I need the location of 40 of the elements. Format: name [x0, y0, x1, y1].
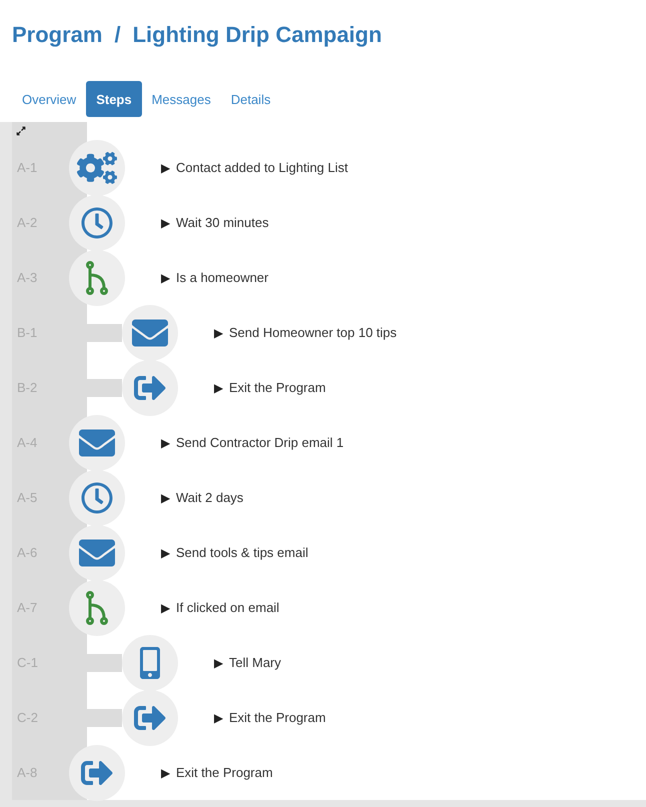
step-label[interactable]: Wait 2 days — [176, 490, 244, 505]
step-label[interactable]: Is a homeowner — [176, 270, 268, 285]
tab[interactable]: Details — [220, 81, 281, 117]
expand-triangle[interactable]: ▶ — [214, 380, 223, 394]
expand-triangle[interactable]: ▶ — [214, 710, 223, 724]
step-label[interactable]: Exit the Program — [176, 765, 273, 780]
step-label[interactable]: Send Contractor Drip email 1 — [176, 435, 344, 450]
branch-icon — [86, 590, 108, 624]
step-label[interactable]: Contact added to Lighting List — [176, 160, 348, 175]
expand-triangle[interactable]: ▶ — [161, 600, 170, 614]
expand-triangle[interactable]: ▶ — [214, 326, 223, 340]
step-label[interactable]: If clicked on email — [176, 600, 280, 615]
page-title: Lighting Drip Campaign — [132, 22, 382, 49]
tab[interactable]: Overview — [12, 81, 86, 117]
expand-triangle[interactable]: ▶ — [161, 216, 170, 230]
branch-icon — [86, 260, 108, 294]
connector-bar — [87, 708, 122, 726]
tab[interactable]: Steps — [86, 81, 142, 117]
step-label[interactable]: Send Homeowner top 10 tips — [229, 325, 397, 340]
connector-bar — [87, 654, 122, 672]
expand-triangle[interactable]: ▶ — [161, 270, 170, 284]
clock-icon — [81, 482, 113, 514]
connector-bar — [87, 378, 122, 396]
expand-triangle[interactable]: ▶ — [161, 490, 170, 504]
step-label[interactable]: Send tools & tips email — [176, 545, 308, 560]
expand-triangle[interactable]: ▶ — [161, 436, 170, 450]
clock-icon — [81, 206, 113, 238]
expand-triangle[interactable]: ▶ — [161, 546, 170, 560]
expand-triangle[interactable]: ▶ — [161, 160, 170, 174]
step-label[interactable]: Wait 30 minutes — [176, 215, 269, 230]
expand-icon[interactable] — [16, 126, 26, 136]
tab[interactable]: Messages — [142, 81, 221, 117]
breadcrumb-separator: / — [114, 22, 121, 49]
connector-bar — [87, 324, 122, 342]
step-label[interactable]: Tell Mary — [229, 655, 282, 670]
step-label[interactable]: Exit the Program — [229, 380, 326, 395]
step-label[interactable]: Exit the Program — [229, 710, 326, 725]
expand-triangle[interactable]: ▶ — [161, 766, 170, 780]
expand-triangle[interactable]: ▶ — [214, 656, 223, 670]
breadcrumb-section[interactable]: Program — [12, 22, 102, 49]
